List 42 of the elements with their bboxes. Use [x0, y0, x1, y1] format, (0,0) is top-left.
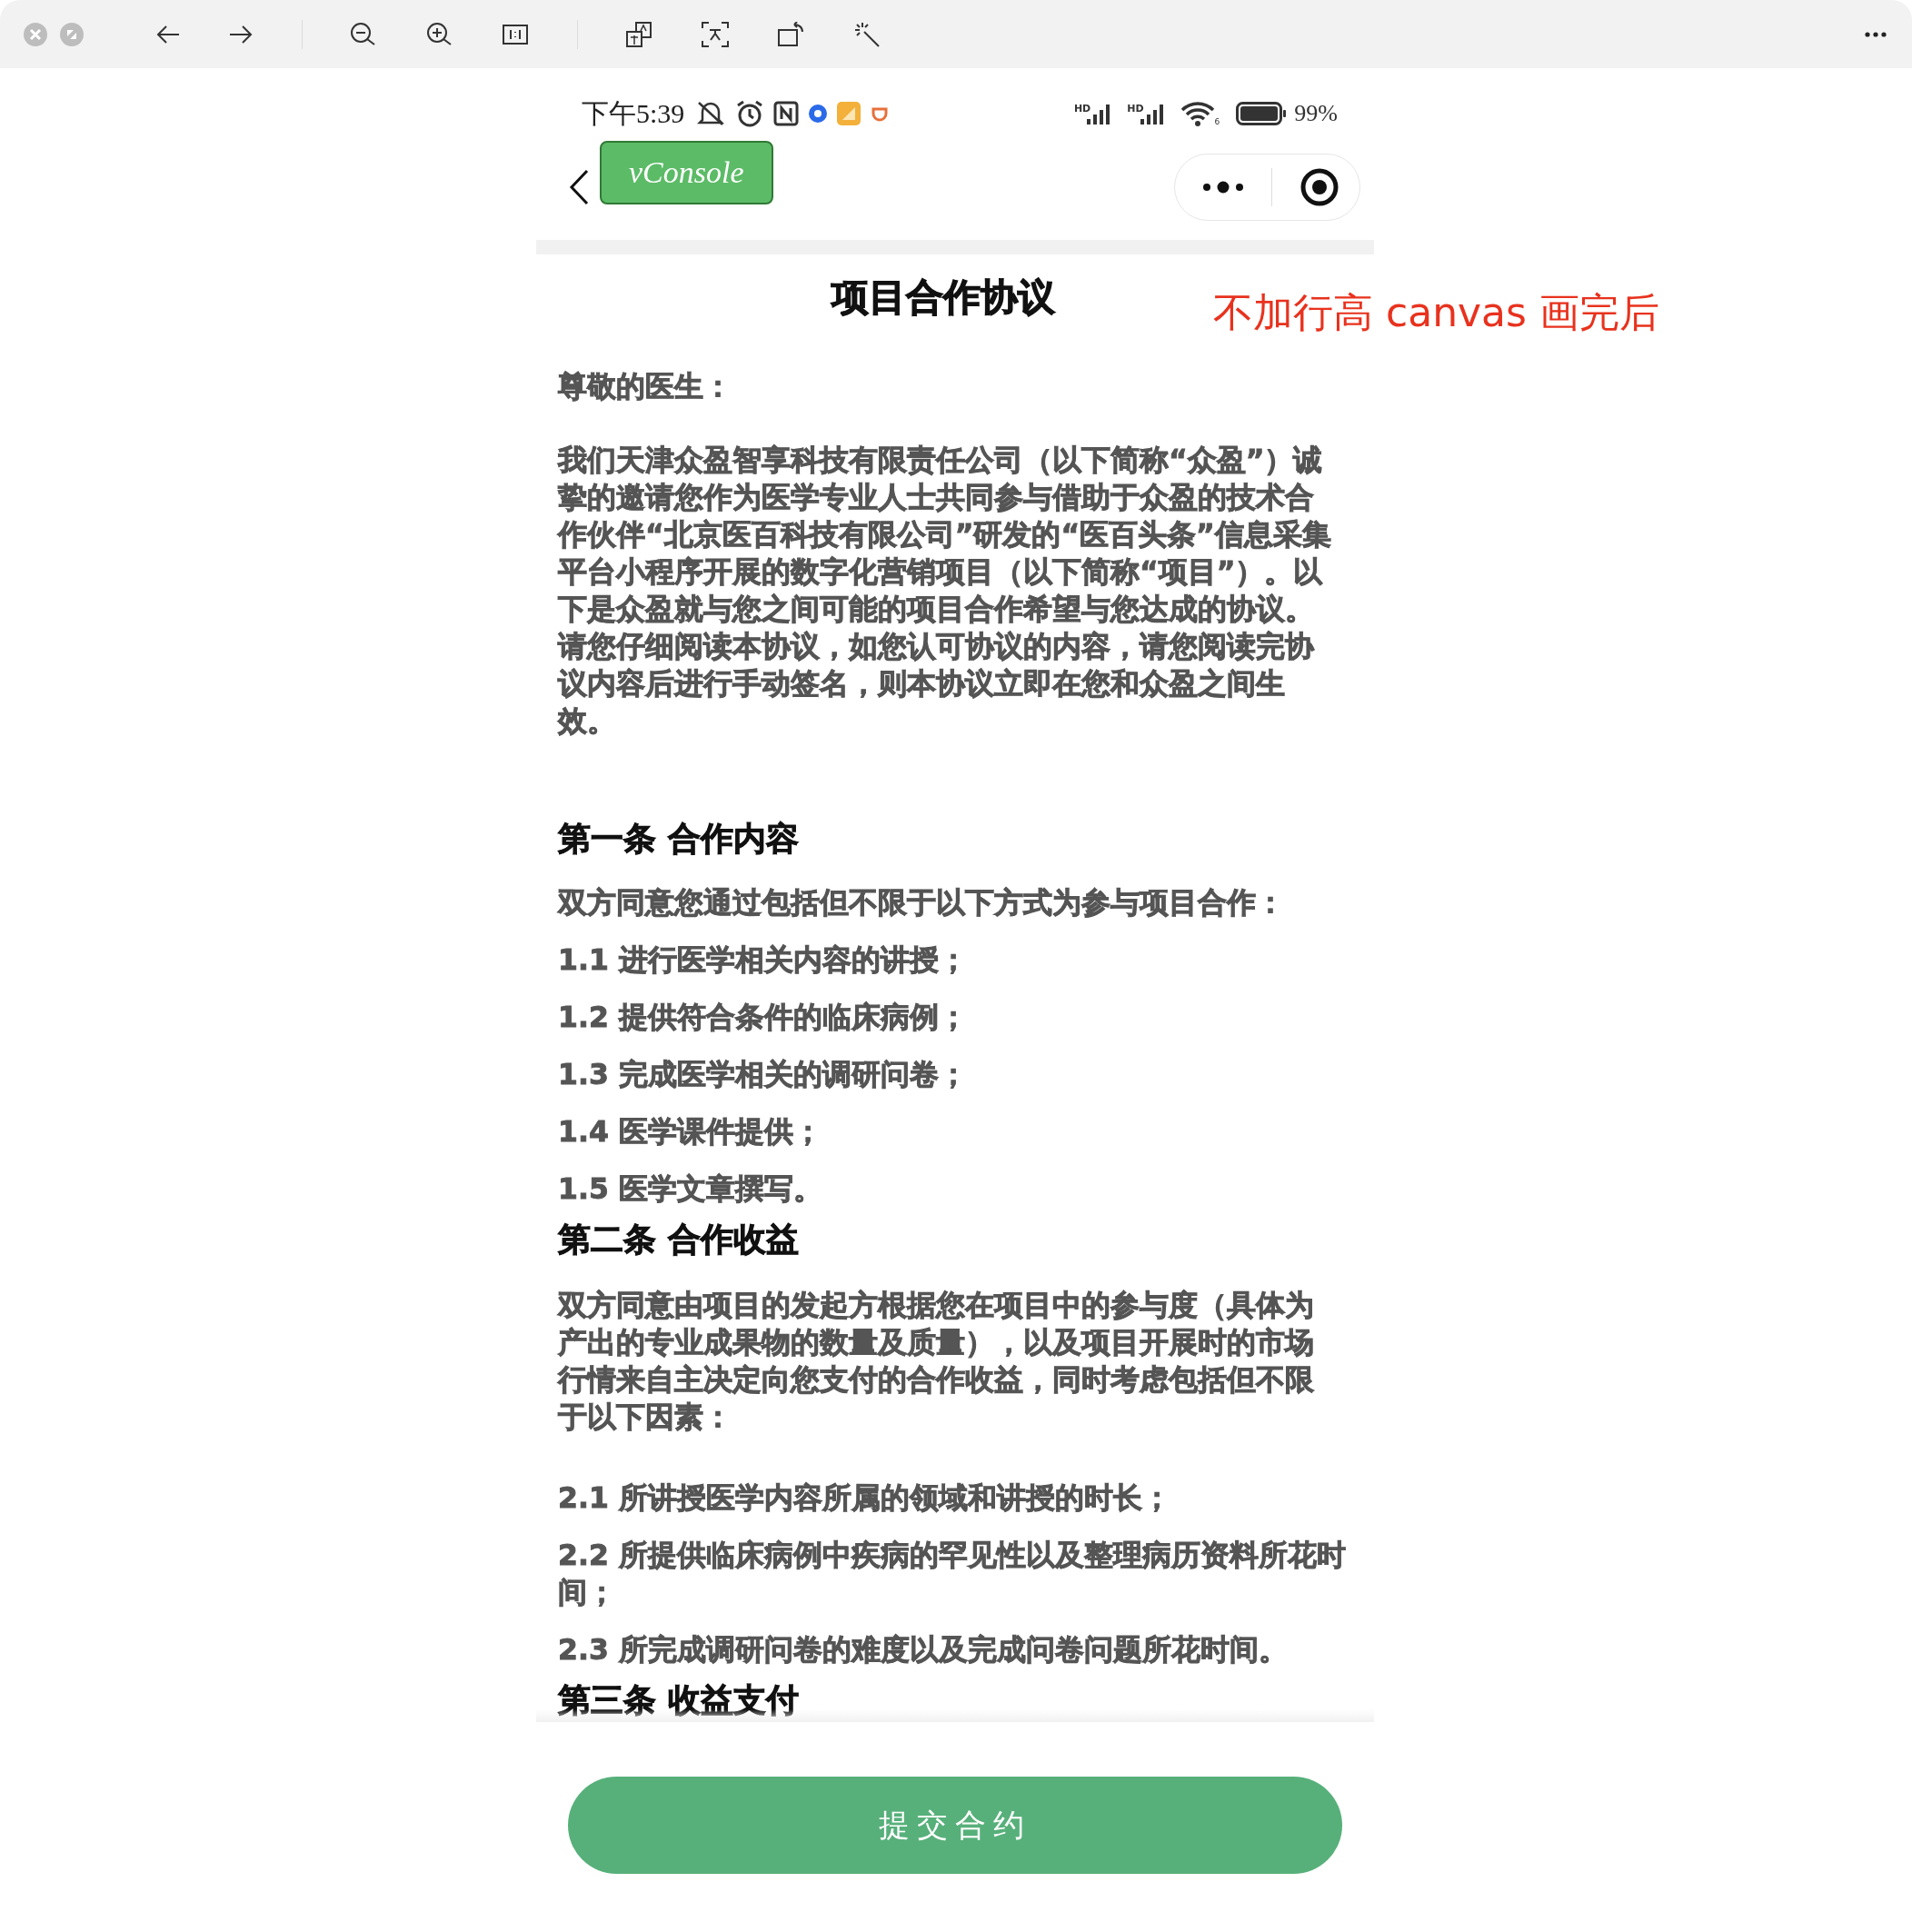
- hd-label: HD: [1073, 103, 1091, 115]
- zoom-out-icon[interactable]: [350, 21, 377, 47]
- list-item-text: 1.2 提供符合条件的临床病例；: [558, 1000, 968, 1035]
- battery-percent: 99%: [1294, 100, 1338, 127]
- paragraph-text: 双方同意您通过包括但不限于以下方式为参与项目合作：: [558, 885, 1285, 921]
- wifi-band-label: 6: [1214, 117, 1220, 126]
- list-item-text: 1.5 医学文章撰写。: [558, 1171, 822, 1207]
- actual-size-icon[interactable]: [503, 24, 528, 45]
- rotate-icon[interactable]: [778, 21, 805, 47]
- more-icon[interactable]: [1865, 31, 1887, 37]
- list-item-text: 1.4 医学课件提供；: [558, 1114, 822, 1150]
- zoom-in-icon[interactable]: [426, 21, 453, 47]
- magic-wand-icon[interactable]: [854, 21, 880, 47]
- wifi-icon: [1180, 101, 1215, 126]
- translate-icon[interactable]: [625, 20, 652, 48]
- nfc-icon: [773, 101, 800, 126]
- status-time: 下午5:39: [582, 96, 685, 130]
- back-icon[interactable]: [569, 169, 589, 205]
- forward-arrow-icon[interactable]: [229, 24, 253, 45]
- list-item-text: 2.1 所讲授医学内容所属的领域和讲授的时长；: [558, 1480, 1171, 1516]
- section-heading: 第一条 合作内容: [558, 820, 799, 857]
- paragraph-text: 双方同意由项目的发起方根据您在项目中的参与度（具体为产出的专业成果物的数量及质量），以及项目开展时的市场行情来自主决定向您支付的合作收益，同时考虑包括但不限于以下因素：: [558, 1288, 1315, 1435]
- document-title: 项目合作协议: [832, 274, 1055, 321]
- app-icon: [808, 104, 829, 124]
- list-item-text: 2.3 所完成调研问卷的难度以及完成问卷问题所花时间。: [558, 1632, 1288, 1668]
- vconsole-button[interactable]: vConsole: [600, 141, 773, 204]
- text-scan-icon[interactable]: [702, 21, 729, 47]
- section-heading: 第二条 合作收益: [558, 1220, 799, 1258]
- submit-button[interactable]: 提交合约: [568, 1777, 1342, 1874]
- list-item-text: 1.1 进行医学相关内容的讲授；: [558, 942, 968, 978]
- list-item-text: 1.3 完成医学相关的调研问卷；: [558, 1057, 968, 1092]
- paragraph-text: 我们天津众盈智享科技有限责任公司（以下简称“众盈”）诚挚的邀请您作为医学专业人士共同参与借助于众盈的技术合作伙伴“北京医百科技有限公司”研发的“医百头条”信息采集平台小程序开展的数字化营销项目（以下简称“项目”）。以下是众盈就与您之间可能的项目合作希望与您达成的协议。请您仔细阅读本协议，如您认可协议的内容，请您阅读完协议内容后进行手动签名，则本协议立即在您和众盈之间生效。: [558, 443, 1332, 739]
- list-item-text: 2.2 所提供临床病例中疾病的罕见性以及整理病历资料所花时间；: [558, 1538, 1347, 1610]
- app-icon: [837, 102, 861, 125]
- close-target-icon[interactable]: [1300, 167, 1339, 207]
- hd-label: HD: [1127, 103, 1144, 115]
- annotation-text: 不加行高 canvas 画完后: [1213, 288, 1659, 337]
- more-icon[interactable]: [1202, 181, 1244, 194]
- section-heading: 第三条 收益支付: [558, 1681, 799, 1718]
- greeting-text: 尊敬的医生：: [558, 369, 732, 404]
- battery-icon: [1236, 102, 1288, 125]
- back-arrow-icon[interactable]: [156, 24, 180, 45]
